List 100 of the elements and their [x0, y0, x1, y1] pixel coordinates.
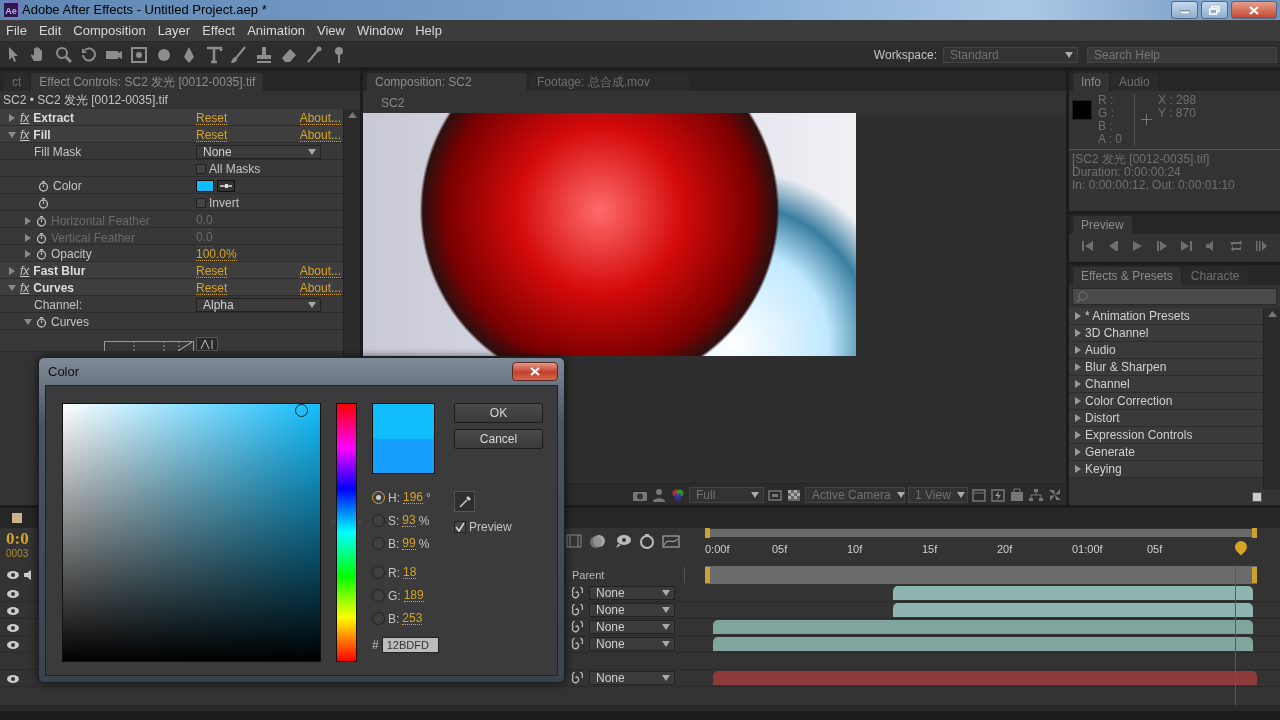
- stamp-icon[interactable]: [254, 44, 274, 65]
- stopwatch-icon[interactable]: [38, 180, 49, 192]
- about-link[interactable]: About...: [299, 128, 341, 142]
- new-folder-icon[interactable]: [1252, 492, 1262, 502]
- panel-tab[interactable]: Audio: [1111, 73, 1158, 91]
- graph-editor-icon[interactable]: [662, 533, 680, 549]
- color-field[interactable]: [62, 403, 321, 662]
- eye-icon[interactable]: [6, 673, 20, 684]
- value-field[interactable]: 189: [403, 589, 424, 602]
- panel-tab[interactable]: Footage: 总合成.mov: [529, 73, 689, 91]
- radio-button[interactable]: [372, 612, 385, 625]
- about-link[interactable]: About...: [299, 111, 341, 125]
- close-button[interactable]: [512, 362, 558, 381]
- panel-tab[interactable]: Characte: [1182, 267, 1248, 285]
- stopwatch-icon[interactable]: [36, 248, 47, 260]
- parent-dropdown[interactable]: None: [589, 637, 675, 651]
- current-time[interactable]: 0:0: [6, 530, 29, 548]
- hue-slider[interactable]: [331, 403, 362, 662]
- eyedropper-icon[interactable]: [217, 180, 235, 192]
- curves-graph[interactable]: [104, 341, 194, 351]
- menu-item[interactable]: Effect: [196, 20, 242, 41]
- channels-icon[interactable]: [670, 487, 686, 502]
- effect-category[interactable]: Color Correction: [1069, 393, 1263, 410]
- expand-arrow[interactable]: [24, 318, 32, 326]
- type-tool-icon[interactable]: [204, 44, 224, 65]
- expand-arrow[interactable]: [8, 114, 16, 122]
- effect-category[interactable]: Generate: [1069, 444, 1263, 461]
- radio-button[interactable]: [372, 537, 385, 550]
- menu-item[interactable]: Composition: [67, 20, 152, 41]
- menu-item[interactable]: Edit: [32, 20, 68, 41]
- effect-category[interactable]: * Animation Presets: [1069, 308, 1263, 325]
- stopwatch-icon[interactable]: [638, 533, 656, 549]
- brush-icon[interactable]: [229, 44, 249, 65]
- dropdown[interactable]: None: [196, 145, 321, 159]
- effect-category[interactable]: 3D Channel: [1069, 325, 1263, 342]
- last-frame-icon[interactable]: [1180, 240, 1194, 252]
- panel-tab[interactable]: Info: [1073, 73, 1109, 91]
- eye-icon[interactable]: [6, 588, 20, 599]
- parent-dropdown[interactable]: None: [589, 586, 675, 600]
- parent-dropdown[interactable]: None: [589, 671, 675, 685]
- stopwatch-icon[interactable]: [36, 316, 47, 328]
- pick-whip-icon[interactable]: [571, 604, 583, 616]
- effect-category[interactable]: Distort: [1069, 410, 1263, 427]
- effect-category[interactable]: Keying: [1069, 461, 1263, 478]
- expand-arrow[interactable]: [8, 284, 16, 292]
- grid-icon[interactable]: [971, 487, 987, 502]
- value-field[interactable]: 253: [402, 612, 423, 625]
- search-field[interactable]: [1072, 288, 1277, 305]
- region-icon[interactable]: [767, 487, 783, 502]
- checkbox[interactable]: [196, 164, 206, 174]
- motion-blur-icon[interactable]: [590, 533, 608, 549]
- checkerboard-icon[interactable]: [786, 487, 802, 502]
- effect-category[interactable]: Expression Controls: [1069, 427, 1263, 444]
- stopwatch-icon[interactable]: [38, 197, 49, 209]
- expand-arrow[interactable]: [8, 267, 16, 275]
- reset-link[interactable]: Reset: [196, 264, 228, 278]
- checkbox[interactable]: [454, 521, 466, 533]
- color-swatch[interactable]: [196, 180, 214, 192]
- pick-whip-icon[interactable]: [571, 587, 583, 599]
- pick-whip-icon[interactable]: [571, 672, 583, 684]
- effect-category[interactable]: Blur & Sharpen: [1069, 359, 1263, 376]
- expand-arrow[interactable]: [24, 250, 32, 258]
- eye-icon[interactable]: [6, 639, 20, 650]
- loop-icon[interactable]: [1230, 240, 1244, 252]
- menu-item[interactable]: Window: [350, 20, 410, 41]
- magnifier-icon[interactable]: [54, 44, 74, 65]
- person-icon[interactable]: [651, 487, 667, 502]
- pan-behind-icon[interactable]: [129, 44, 149, 65]
- parent-dropdown[interactable]: None: [589, 603, 675, 617]
- play-icon[interactable]: [1130, 240, 1144, 252]
- panel-tab[interactable]: ct: [4, 73, 30, 91]
- flowchart-icon[interactable]: [1028, 487, 1044, 502]
- exposure-icon[interactable]: [1047, 487, 1063, 502]
- hex-field[interactable]: 12BDFD: [381, 637, 439, 653]
- menu-item[interactable]: Help: [409, 20, 448, 41]
- parent-dropdown[interactable]: None: [589, 620, 675, 634]
- dropdown[interactable]: Alpha: [196, 298, 321, 312]
- film-icon[interactable]: [566, 533, 584, 549]
- radio-button[interactable]: [372, 566, 385, 579]
- effect-category[interactable]: Audio: [1069, 342, 1263, 359]
- radio-button[interactable]: [372, 491, 385, 504]
- panel-tab[interactable]: Effects & Presets: [1073, 267, 1181, 285]
- maximize-button[interactable]: [1201, 1, 1228, 19]
- ram-preview-icon[interactable]: [1254, 240, 1268, 252]
- radio-button[interactable]: [372, 514, 385, 527]
- eye-icon[interactable]: [6, 622, 20, 633]
- menu-item[interactable]: File: [0, 20, 33, 41]
- effect-category[interactable]: Channel: [1069, 376, 1263, 393]
- fast-preview-icon[interactable]: [990, 487, 1006, 502]
- menu-item[interactable]: Layer: [151, 20, 197, 41]
- eyedropper-button[interactable]: [454, 491, 475, 512]
- value-field[interactable]: 93: [402, 514, 416, 527]
- curve-tool-icon[interactable]: [196, 337, 218, 351]
- panel-tab[interactable]: Composition: SC2: [367, 73, 527, 91]
- roto-brush-icon[interactable]: [304, 44, 324, 65]
- eye-icon[interactable]: [6, 570, 20, 580]
- checkbox[interactable]: [196, 198, 206, 208]
- value-field[interactable]: 99: [402, 537, 416, 550]
- search-field[interactable]: Search Help: [1087, 46, 1277, 63]
- minimize-button[interactable]: [1171, 1, 1198, 19]
